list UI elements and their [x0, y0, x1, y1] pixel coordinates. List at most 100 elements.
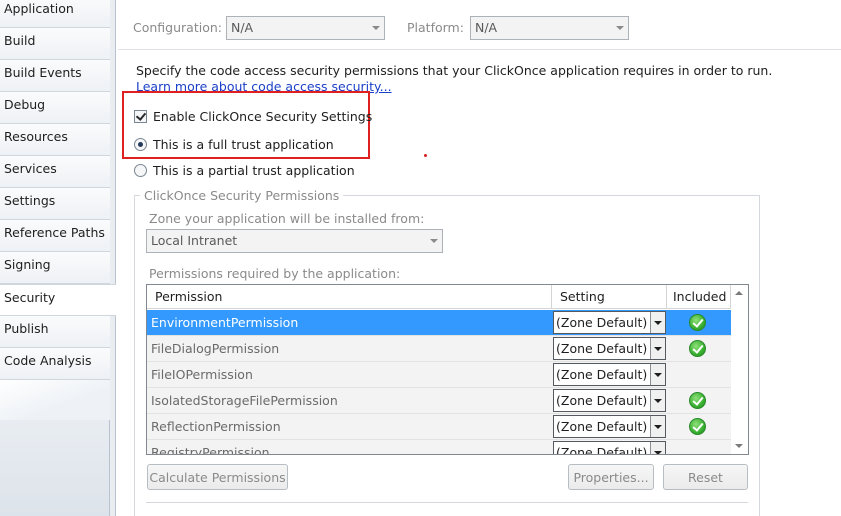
column-header-permission[interactable]: Permission: [147, 285, 552, 309]
configuration-dropdown[interactable]: N/A: [226, 16, 385, 40]
table-row[interactable]: FileIOPermission (Zone Default): [147, 362, 731, 388]
scroll-up-icon[interactable]: [735, 291, 743, 295]
setting-cell: (Zone Default): [552, 414, 667, 439]
nav-item-application[interactable]: Application: [0, 0, 110, 28]
chevron-down-icon[interactable]: [650, 338, 665, 359]
column-header-label: Setting: [560, 289, 605, 304]
nav-item-label: Code Analysis: [4, 353, 92, 368]
setting-cell: (Zone Default): [552, 440, 667, 455]
green-check-icon: [689, 392, 706, 409]
included-cell: [667, 310, 731, 335]
included-cell: [667, 388, 731, 413]
configuration-label: Configuration:: [133, 20, 222, 35]
setting-cell: (Zone Default): [552, 388, 667, 413]
nav-item-label: Settings: [4, 193, 56, 208]
setting-dropdown[interactable]: (Zone Default): [553, 415, 666, 438]
setting-dropdown[interactable]: (Zone Default): [553, 389, 666, 412]
nav-background-panel: [0, 380, 110, 516]
button-label: Calculate Permissions: [149, 470, 286, 485]
chevron-down-icon[interactable]: [650, 416, 665, 437]
nav-item-security[interactable]: Security: [0, 284, 116, 316]
scroll-down-icon[interactable]: [735, 444, 743, 448]
permissions-label: Permissions required by the application:: [149, 266, 401, 281]
nav-item-label: Reference Paths: [4, 225, 105, 240]
enable-clickonce-security-label[interactable]: Enable ClickOnce Security Settings: [153, 109, 372, 124]
setting-value: (Zone Default): [556, 341, 648, 356]
nav-item-reference-paths[interactable]: Reference Paths: [0, 220, 110, 252]
button-label: Properties...: [573, 470, 649, 485]
full-trust-label[interactable]: This is a full trust application: [153, 137, 334, 152]
chevron-down-icon[interactable]: [650, 312, 665, 333]
setting-value: (Zone Default): [556, 367, 648, 382]
table-row[interactable]: FileDialogPermission (Zone Default): [147, 336, 731, 362]
nav-item-label: Application: [4, 1, 74, 16]
column-header-included[interactable]: Included: [667, 285, 731, 309]
permission-name: FileIOPermission: [147, 362, 552, 387]
included-cell: [667, 336, 731, 361]
nav-item-publish[interactable]: Publish: [0, 316, 110, 348]
nav-item-settings[interactable]: Settings: [0, 188, 110, 220]
table-row[interactable]: ReflectionPermission (Zone Default): [147, 414, 731, 440]
column-header-setting[interactable]: Setting: [552, 285, 667, 309]
setting-value: (Zone Default): [556, 445, 648, 455]
configuration-value: N/A: [231, 20, 254, 35]
chevron-down-icon: [616, 26, 624, 30]
group-title: ClickOnce Security Permissions: [140, 188, 344, 203]
properties-button[interactable]: Properties...: [568, 464, 654, 490]
platform-dropdown[interactable]: N/A: [470, 16, 629, 40]
table-scrollbar[interactable]: [731, 285, 748, 454]
nav-item-services[interactable]: Services: [0, 156, 110, 188]
chevron-down-icon: [430, 239, 438, 243]
nav-item-resources[interactable]: Resources: [0, 124, 110, 156]
nav-item-label: Build Events: [4, 65, 82, 80]
nav-item-label: Debug: [4, 97, 46, 112]
partial-trust-radio[interactable]: [134, 164, 147, 177]
reset-button[interactable]: Reset: [663, 464, 748, 490]
nav-item-debug[interactable]: Debug: [0, 92, 110, 124]
setting-cell: (Zone Default): [552, 362, 667, 387]
setting-value: (Zone Default): [556, 315, 648, 330]
permission-name: ReflectionPermission: [147, 414, 552, 439]
zone-value: Local Intranet: [151, 233, 238, 248]
setting-value: (Zone Default): [556, 393, 648, 408]
permission-name: IsolatedStorageFilePermission: [147, 388, 552, 413]
green-check-icon: [689, 418, 706, 435]
enable-clickonce-security-checkbox[interactable]: [134, 110, 147, 123]
setting-dropdown[interactable]: (Zone Default): [553, 337, 666, 360]
setting-value: (Zone Default): [556, 419, 648, 434]
chevron-down-icon: [372, 26, 380, 30]
table-row[interactable]: RegistryPermission (Zone Default): [147, 440, 731, 455]
zone-label: Zone your application will be installed …: [149, 211, 425, 226]
setting-dropdown[interactable]: (Zone Default): [553, 311, 666, 334]
nav-item-label: Services: [4, 161, 57, 176]
setting-cell: (Zone Default): [552, 310, 667, 335]
nav-item-label: Build: [4, 33, 36, 48]
nav-item-code-analysis[interactable]: Code Analysis: [0, 348, 110, 380]
included-cell: [667, 362, 731, 387]
chevron-down-icon[interactable]: [650, 390, 665, 411]
button-label: Reset: [688, 470, 723, 485]
column-header-label: Permission: [155, 289, 223, 304]
setting-cell: (Zone Default): [552, 336, 667, 361]
nav-item-signing[interactable]: Signing: [0, 252, 110, 284]
nav-item-build[interactable]: Build: [0, 28, 110, 60]
partial-trust-label[interactable]: This is a partial trust application: [153, 163, 355, 178]
chevron-down-icon[interactable]: [650, 442, 665, 454]
setting-dropdown[interactable]: (Zone Default): [553, 363, 666, 386]
permission-name: RegistryPermission: [147, 440, 552, 454]
nav-item-build-events[interactable]: Build Events: [0, 60, 110, 92]
nav-item-label: Resources: [4, 129, 68, 144]
column-header-label: Included: [673, 289, 727, 304]
table-row[interactable]: IsolatedStorageFilePermission (Zone Defa…: [147, 388, 731, 414]
included-cell: [667, 414, 731, 439]
table-row[interactable]: EnvironmentPermission (Zone Default): [147, 310, 731, 336]
nav-item-label: Signing: [4, 257, 51, 272]
setting-dropdown[interactable]: (Zone Default): [553, 441, 666, 455]
zone-dropdown[interactable]: Local Intranet: [146, 229, 443, 253]
chevron-down-icon[interactable]: [650, 364, 665, 385]
project-properties-nav: Application Build Build Events Debug Res…: [0, 0, 116, 516]
calculate-permissions-button[interactable]: Calculate Permissions: [147, 464, 288, 490]
full-trust-radio[interactable]: [134, 138, 147, 151]
platform-label: Platform:: [407, 20, 464, 35]
green-check-icon: [689, 340, 706, 357]
